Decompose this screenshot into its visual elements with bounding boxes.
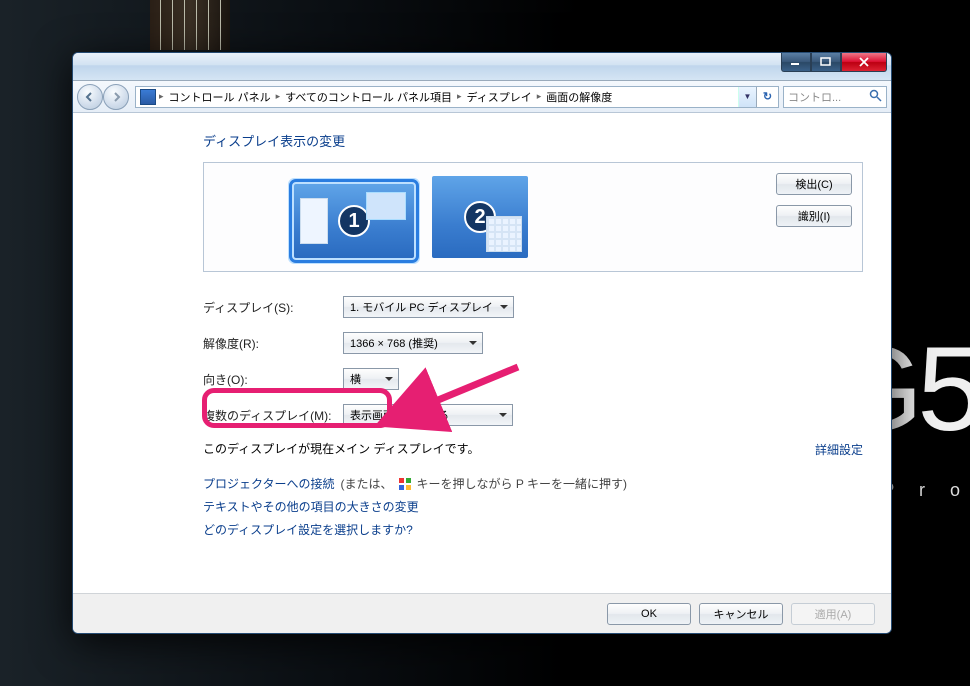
content-area: ディスプレイ表示の変更 1 2 検出(C) 識別(I) ディスプレイ(S): bbox=[73, 113, 891, 593]
address-bar[interactable]: ▸ コントロール パネル ▸ すべてのコントロール パネル項目 ▸ ディスプレイ… bbox=[135, 86, 779, 108]
breadcrumb-item[interactable]: 画面の解像度 bbox=[542, 89, 616, 105]
control-panel-icon bbox=[140, 89, 156, 105]
resolution-select[interactable]: 1366 × 768 (推奨) bbox=[343, 332, 483, 354]
projector-link[interactable]: プロジェクターへの接続 bbox=[203, 475, 335, 492]
search-input[interactable]: コントロ... bbox=[783, 86, 887, 108]
maximize-button[interactable] bbox=[811, 53, 841, 72]
breadcrumb-item[interactable]: ディスプレイ bbox=[463, 89, 536, 105]
navigation-bar: ▸ コントロール パネル ▸ すべてのコントロール パネル項目 ▸ ディスプレイ… bbox=[73, 81, 891, 113]
display-label: ディスプレイ(S): bbox=[203, 299, 343, 316]
guitar-neck-deco bbox=[150, 0, 230, 50]
windows-key-icon bbox=[399, 478, 411, 490]
orientation-select[interactable]: 横 bbox=[343, 368, 399, 390]
window-titlebar[interactable] bbox=[73, 53, 891, 81]
monitor-arrangement-box[interactable]: 1 2 検出(C) 識別(I) bbox=[203, 162, 863, 272]
which-settings-link[interactable]: どのディスプレイ設定を選択しますか? bbox=[203, 521, 413, 538]
minimize-button[interactable] bbox=[781, 53, 811, 72]
forward-button[interactable] bbox=[103, 84, 129, 110]
main-display-note: このディスプレイが現在メイン ディスプレイです。 bbox=[203, 440, 863, 457]
cancel-button[interactable]: キャンセル bbox=[699, 603, 783, 625]
dialog-footer: OK キャンセル 適用(A) bbox=[73, 593, 891, 633]
back-button[interactable] bbox=[77, 84, 103, 110]
address-dropdown[interactable]: ▼ bbox=[738, 87, 756, 107]
close-button[interactable] bbox=[841, 53, 887, 72]
multi-display-label: 複数のディスプレイ(M): bbox=[203, 407, 343, 424]
search-icon bbox=[869, 89, 882, 105]
ok-button[interactable]: OK bbox=[607, 603, 691, 625]
text-size-link[interactable]: テキストやその他の項目の大きさの変更 bbox=[203, 498, 419, 515]
apply-button[interactable]: 適用(A) bbox=[791, 603, 875, 625]
explorer-window: ▸ コントロール パネル ▸ すべてのコントロール パネル項目 ▸ ディスプレイ… bbox=[72, 52, 892, 634]
display-select[interactable]: 1. モバイル PC ディスプレイ bbox=[343, 296, 514, 318]
annotation-arrow bbox=[408, 357, 528, 417]
monitor-1[interactable]: 1 bbox=[294, 184, 414, 258]
advanced-settings-link[interactable]: 詳細設定 bbox=[815, 441, 863, 458]
detect-button[interactable]: 検出(C) bbox=[776, 173, 852, 195]
breadcrumb-item[interactable]: コントロール パネル bbox=[165, 89, 275, 105]
orientation-label: 向き(O): bbox=[203, 371, 343, 388]
breadcrumb-item[interactable]: すべてのコントロール パネル項目 bbox=[281, 89, 456, 105]
monitor-2[interactable]: 2 bbox=[432, 176, 528, 258]
search-placeholder: コントロ... bbox=[788, 89, 841, 105]
brand-subtext: P r o bbox=[882, 480, 970, 501]
identify-button[interactable]: 識別(I) bbox=[776, 205, 852, 227]
refresh-button[interactable]: ↻ bbox=[756, 87, 778, 107]
resolution-label: 解像度(R): bbox=[203, 335, 343, 352]
page-title: ディスプレイ表示の変更 bbox=[203, 131, 863, 150]
